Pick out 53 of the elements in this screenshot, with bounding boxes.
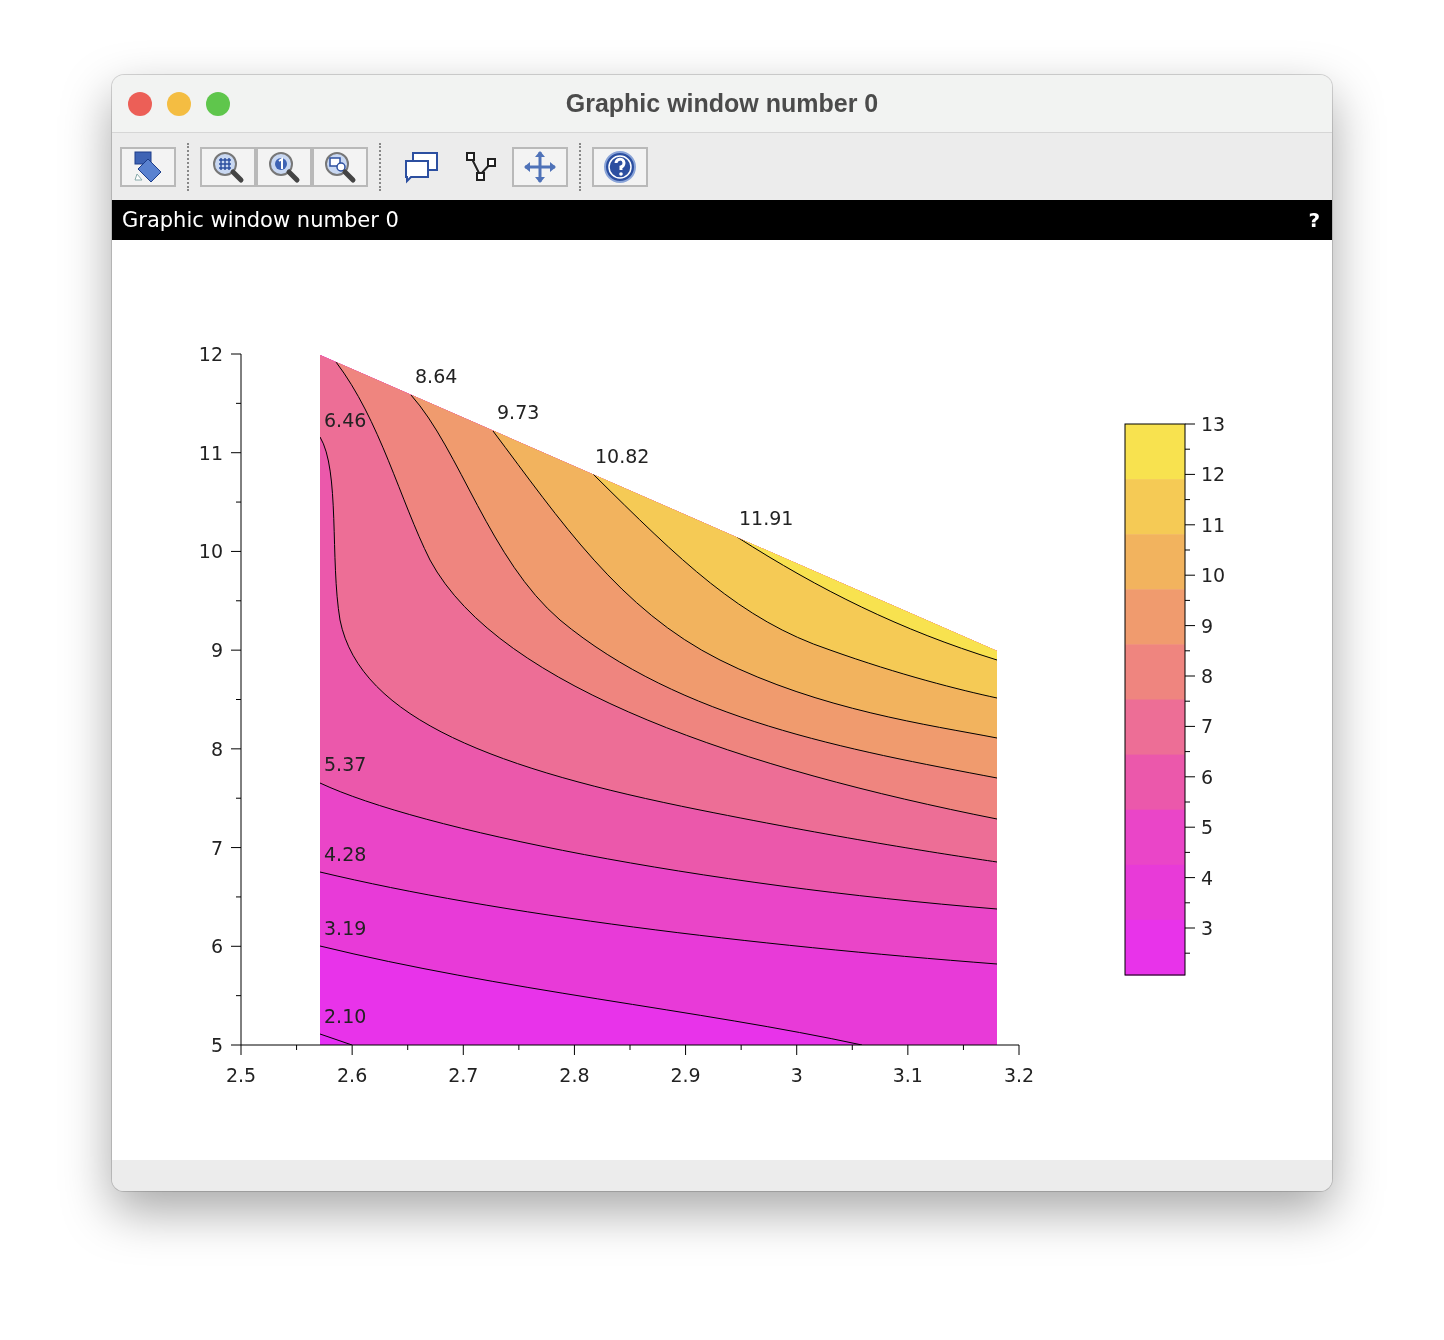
x-tick-label: 2.8 — [559, 1064, 590, 1086]
colorbar-tick-label: 11 — [1201, 513, 1226, 536]
contour-label: 3.19 — [324, 917, 367, 939]
colorbar-tick-label: 3 — [1201, 917, 1214, 939]
move-arrows-icon — [523, 149, 557, 184]
x-tick-label: 2.9 — [670, 1064, 701, 1086]
colorbar-tick-label: 12 — [1201, 463, 1226, 486]
close-button[interactable] — [128, 91, 152, 116]
y-tick-label: 10 — [198, 540, 223, 563]
help-glyph[interactable]: ? — [1308, 208, 1320, 232]
zoom-reset-button[interactable] — [256, 146, 312, 187]
window-title: Graphic window number 0 — [565, 89, 879, 117]
y-tick-label: 6 — [210, 935, 223, 958]
x-tick-label: 3.2 — [1003, 1064, 1035, 1086]
colorbar-tick-label: 5 — [1201, 816, 1214, 839]
contour-label: 11.91 — [739, 507, 794, 529]
help-icon — [603, 149, 637, 184]
contour-label: 8.64 — [415, 365, 458, 387]
contour-label: 2.10 — [324, 1005, 367, 1027]
y-tick-label: 5 — [210, 1034, 223, 1056]
y-tick-label: 7 — [210, 836, 223, 859]
y-tick-label: 12 — [198, 343, 223, 365]
colorbar-tick-label: 10 — [1201, 564, 1226, 587]
contour-label: 5.37 — [324, 753, 367, 775]
zoom-button[interactable] — [200, 146, 256, 187]
contour-label: 6.46 — [324, 409, 367, 431]
y-tick-label: 11 — [198, 441, 223, 464]
zoom-area-button[interactable] — [312, 146, 368, 187]
connected-nodes-icon — [465, 149, 499, 184]
colorbar-tick-label: 6 — [1201, 765, 1214, 788]
speech-bubbles-icon — [403, 149, 441, 184]
rotate-button[interactable] — [120, 146, 176, 187]
x-tick-label: 3.1 — [892, 1064, 923, 1086]
y-tick-label: 8 — [210, 737, 223, 760]
colorbar-tick-label: 13 — [1201, 413, 1226, 435]
help-button[interactable] — [592, 146, 648, 187]
x-tick-label: 2.5 — [225, 1064, 257, 1086]
colorbar-tick-label: 7 — [1201, 715, 1214, 738]
x-tick-label: 3 — [790, 1064, 803, 1086]
one-magnifier-icon — [267, 149, 301, 184]
colorbar-tick-label: 9 — [1201, 614, 1214, 637]
contour-label: 4.28 — [324, 843, 367, 865]
pan-button[interactable] — [512, 146, 568, 187]
grid-magnifier-icon — [211, 149, 245, 184]
contour-label: 9.73 — [497, 401, 540, 423]
colorbar-tick-label: 4 — [1201, 866, 1214, 889]
colorbar-tick-label: 8 — [1201, 665, 1214, 687]
panel-title: Graphic window number 0 — [122, 208, 399, 232]
contour-label: 10.82 — [595, 445, 650, 467]
x-tick-label: 2.7 — [448, 1064, 479, 1086]
x-tick-label: 2.6 — [337, 1064, 368, 1086]
shapes-magnifier-icon — [323, 149, 357, 184]
y-tick-label: 9 — [210, 639, 223, 662]
